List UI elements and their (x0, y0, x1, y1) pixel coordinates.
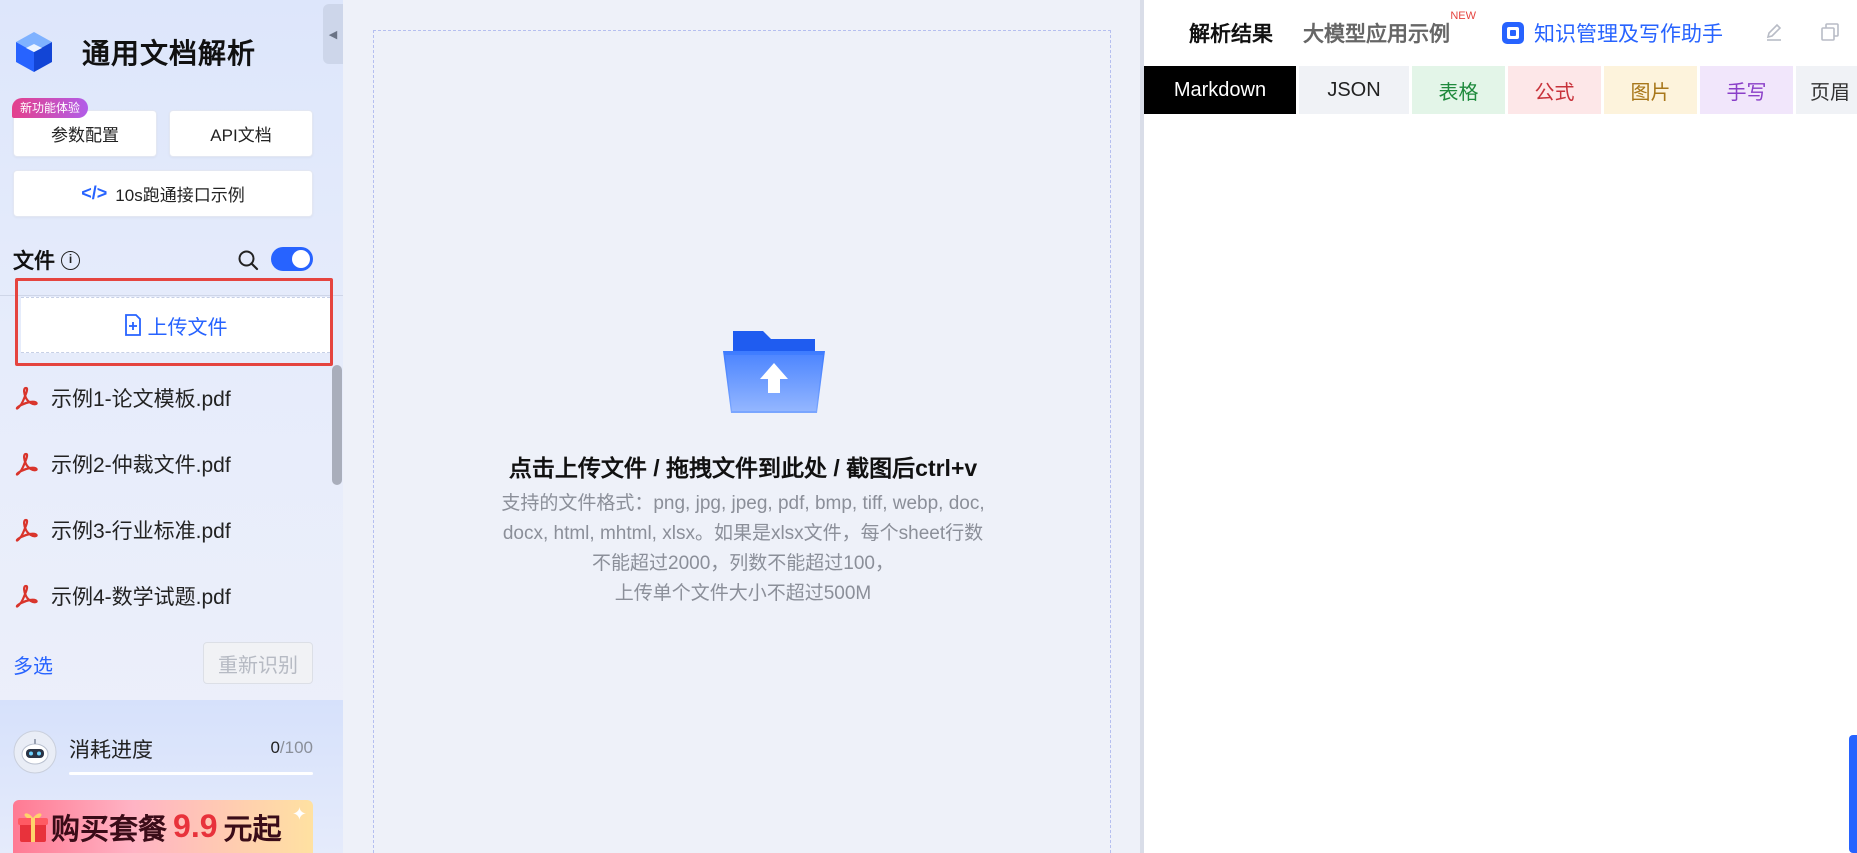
toggle-knob (292, 250, 310, 268)
tab-header[interactable]: 页眉 (1796, 66, 1857, 114)
file-name: 示例3-行业标准.pdf (51, 520, 231, 543)
format-tabs: Markdown JSON 表格 公式 图片 手写 页眉 (1144, 66, 1857, 114)
info-icon[interactable]: i (61, 250, 80, 270)
tab-markdown[interactable]: Markdown (1144, 66, 1296, 114)
upload-dropzone[interactable]: 点击上传文件 / 拖拽文件到此处 / 截图后ctrl+v 支持的文件格式：png… (373, 30, 1111, 853)
tab-table[interactable]: 表格 (1412, 66, 1505, 114)
knowledge-assistant-icon (1502, 22, 1524, 44)
file-name: 示例2-仲裁文件.pdf (51, 454, 231, 477)
file-add-icon (124, 314, 141, 336)
dropzone-desc-line1: 支持的文件格式：png, jpg, jpeg, pdf, bmp, tiff, … (501, 493, 985, 574)
dropzone-description: 支持的文件格式：png, jpg, jpeg, pdf, bmp, tiff, … (498, 489, 988, 609)
result-panel: 解析结果 大模型应用示例 NEW 知识管理及写作助手 Markdown JSON… (1144, 0, 1857, 853)
file-item[interactable]: 示例4-数学试题.pdf (13, 563, 313, 629)
api-demo-button[interactable]: </> 10s跑通接口示例 (13, 170, 313, 217)
result-top-tabs: 解析结果 大模型应用示例 NEW 知识管理及写作助手 (1189, 10, 1723, 48)
file-list: 示例1-论文模板.pdf 示例2-仲裁文件.pdf 示例3-行业标准.pdf 示… (13, 365, 313, 629)
new-feature-badge: 新功能体验 (12, 98, 89, 118)
file-list-scrollbar[interactable] (332, 365, 342, 485)
usage-used: 0 (270, 738, 280, 757)
promo-banner[interactable]: 购买套餐 9.9 元起 ✦ (13, 800, 313, 853)
file-item[interactable]: 示例1-论文模板.pdf (13, 365, 313, 431)
promo-price: 9.9 (173, 808, 218, 844)
upload-file-button[interactable]: 上传文件 (21, 297, 330, 353)
upload-file-label: 上传文件 (147, 316, 228, 339)
files-header: 文件 i (13, 246, 313, 274)
sparkle-icon: ✦ (291, 804, 307, 824)
api-docs-button[interactable]: API文档 (169, 110, 313, 157)
search-icon[interactable] (237, 249, 259, 271)
reidentify-button[interactable]: 重新识别 (203, 642, 313, 684)
knowledge-assistant-link[interactable]: 知识管理及写作助手 (1500, 18, 1723, 48)
tab-json[interactable]: JSON (1299, 66, 1409, 114)
usage-total: /100 (279, 738, 313, 757)
tab-handwriting[interactable]: 手写 (1700, 66, 1793, 114)
code-icon: </> (81, 183, 108, 203)
new-tag: NEW (1450, 10, 1476, 22)
tab-formula[interactable]: 公式 (1508, 66, 1601, 114)
sidebar: 通用文档解析 ◀ 新功能体验 参数配置 API文档 </> 10s跑通接口示例 … (0, 0, 343, 853)
collapse-sidebar-button[interactable]: ◀ (323, 4, 343, 64)
logo-cube-icon (16, 32, 52, 72)
logo-row: 通用文档解析 (14, 30, 256, 74)
api-demo-label: 10s跑通接口示例 (115, 186, 245, 205)
file-item[interactable]: 示例2-仲裁文件.pdf (13, 431, 313, 497)
tab-llm-examples[interactable]: 大模型应用示例 NEW (1303, 10, 1476, 48)
dropzone-desc-line2: 上传单个文件大小不超过500M (614, 583, 872, 604)
tab-llm-examples-label: 大模型应用示例 (1303, 23, 1450, 46)
pdf-icon (15, 452, 38, 476)
app-title: 通用文档解析 (82, 38, 257, 69)
dropzone-title: 点击上传文件 / 拖拽文件到此处 / 截图后ctrl+v (508, 455, 978, 481)
file-name: 示例1-论文模板.pdf (51, 388, 231, 411)
tab-image[interactable]: 图片 (1604, 66, 1697, 114)
promo-prefix: 购买套餐 (51, 813, 168, 846)
upload-highlight-box: 上传文件 (15, 278, 333, 366)
usage-progress-bar (69, 772, 313, 775)
file-toggle-switch[interactable] (271, 247, 313, 271)
gift-icon (18, 813, 48, 842)
copy-icon[interactable] (1820, 22, 1840, 42)
robot-avatar-icon (13, 730, 57, 774)
multi-select-link[interactable]: 多选 (13, 650, 53, 679)
promo-suffix: 元起 (223, 813, 282, 846)
usage-label: 消耗进度 (69, 739, 153, 762)
folder-upload-icon (723, 331, 825, 413)
knowledge-assistant-label: 知识管理及写作助手 (1534, 23, 1723, 46)
file-item[interactable]: 示例3-行业标准.pdf (13, 497, 313, 563)
file-name: 示例4-数学试题.pdf (51, 586, 231, 609)
usage-value: 0/100 (270, 738, 313, 758)
pdf-icon (15, 584, 38, 608)
edit-icon[interactable] (1764, 22, 1784, 42)
floating-side-button[interactable] (1849, 735, 1857, 853)
pdf-icon (15, 518, 38, 542)
pdf-icon (15, 386, 38, 410)
files-title: 文件 (13, 250, 55, 273)
center-panel: 点击上传文件 / 拖拽文件到此处 / 截图后ctrl+v 支持的文件格式：png… (343, 0, 1140, 853)
tab-parse-result[interactable]: 解析结果 (1189, 18, 1273, 48)
